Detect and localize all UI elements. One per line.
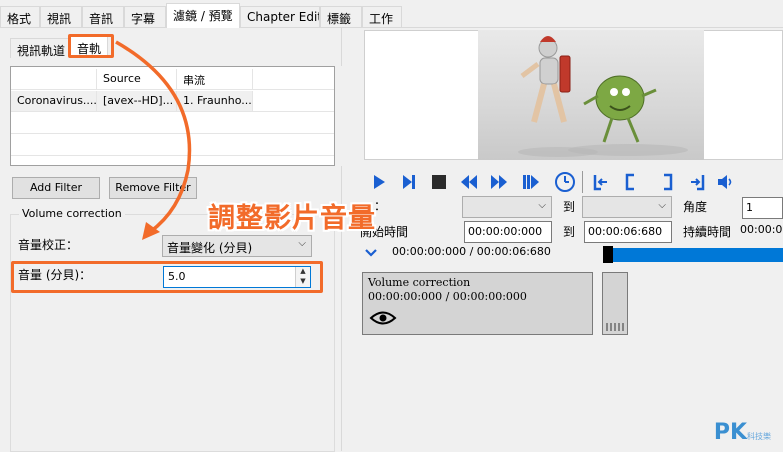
angle-value: 1: [746, 201, 753, 214]
tab-jobs[interactable]: 工作: [362, 6, 402, 27]
set-end-icon[interactable]: [688, 173, 706, 191]
table-cell-stream[interactable]: 1. Fraunho...: [177, 91, 253, 111]
clock-icon[interactable]: [554, 171, 576, 193]
tab-audio[interactable]: 音訊: [82, 6, 124, 27]
to-label: 到: [563, 225, 576, 239]
mark-out-icon[interactable]: [658, 173, 676, 191]
skip-end-icon[interactable]: [522, 173, 540, 191]
tab-chapter-editor[interactable]: Chapter Editor: [240, 6, 320, 27]
audio-track-table[interactable]: Source 串流 Coronavirus.... [avex--HD]... …: [10, 66, 335, 166]
audio-tab-highlight: [68, 34, 114, 58]
stop-icon[interactable]: [430, 173, 448, 191]
table-header-stream[interactable]: 串流: [177, 69, 253, 89]
end-time-value: 00:00:06:680: [588, 225, 663, 238]
table-header-source[interactable]: Source: [97, 69, 177, 89]
tab-tags[interactable]: 標籤: [320, 6, 362, 27]
timeline-bar[interactable]: [608, 248, 783, 262]
fast-forward-icon[interactable]: [490, 173, 508, 191]
watermark-main: PK: [713, 420, 747, 445]
volume-correction-label: 音量校正：: [18, 238, 79, 252]
callout-text: 調整影片音量: [208, 203, 376, 234]
to-label: 到: [563, 200, 576, 214]
tab-filters-preview[interactable]: 濾鏡 / 預覽: [166, 3, 240, 28]
spin-down-icon[interactable]: ▼: [295, 277, 310, 287]
filter-card-title: Volume correction: [368, 276, 471, 289]
db-value: 5.0: [168, 270, 186, 283]
timeline-cursor[interactable]: [603, 246, 613, 263]
video-thumbnail: [518, 36, 688, 157]
chevron-down-icon: ⌵: [538, 200, 546, 211]
filter-settings-panel: 視訊軌道 音軌 Source 串流 Coronavirus.... [avex-…: [0, 28, 358, 452]
rewind-icon[interactable]: [460, 173, 478, 191]
watermark-logo: PK科技樂: [714, 420, 771, 445]
eye-icon[interactable]: [369, 309, 397, 327]
tab-format[interactable]: 格式: [0, 6, 40, 27]
remove-filter-button[interactable]: Remove Filter: [109, 177, 197, 199]
spin-up-icon[interactable]: ▲: [295, 267, 310, 277]
add-filter-button[interactable]: Add Filter: [12, 177, 100, 199]
db-label: 音量 (分貝)：: [18, 268, 92, 282]
table-grid-line: [11, 155, 334, 156]
timeline-range-text: 00:00:00:000 / 00:00:06:680: [392, 245, 551, 258]
volume-icon[interactable]: [716, 173, 734, 191]
angle-input[interactable]: 1: [742, 197, 783, 219]
volume-mode-value: 音量變化 (分貝): [167, 241, 253, 255]
set-start-icon[interactable]: [592, 173, 610, 191]
range-to-select[interactable]: ⌵: [582, 196, 672, 218]
tab-video[interactable]: 視訊: [40, 6, 82, 27]
db-value-input[interactable]: 5.0: [163, 266, 311, 288]
table-header-name[interactable]: [11, 69, 97, 89]
video-preview-image: [478, 30, 704, 160]
tab-subtitles[interactable]: 字幕: [124, 6, 166, 27]
table-cell-name[interactable]: Coronavirus....: [11, 91, 97, 111]
table-cell-source[interactable]: [avex--HD]...: [97, 91, 177, 111]
subtab-video-track[interactable]: 視訊軌道: [10, 38, 73, 58]
chevron-down-icon[interactable]: [364, 248, 378, 258]
angle-label: 角度: [683, 200, 708, 214]
filter-card-handle[interactable]: [602, 272, 628, 335]
table-grid-line: [11, 111, 334, 112]
main-tab-bar: 格式 視訊 音訊 字幕 濾鏡 / 預覽 Chapter Editor 標籤 工作: [0, 0, 783, 28]
ruler-icon: [606, 323, 624, 331]
next-frame-icon[interactable]: [400, 173, 418, 191]
filter-card[interactable]: Volume correction 00:00:00:000 / 00:00:0…: [362, 272, 593, 335]
end-time-input[interactable]: 00:00:06:680: [584, 221, 672, 243]
duration-label: 持續時間: [683, 225, 732, 239]
play-icon[interactable]: [370, 173, 388, 191]
table-grid-line: [11, 89, 334, 90]
mark-in-icon[interactable]: [622, 173, 640, 191]
chevron-down-icon: ⌵: [298, 238, 306, 249]
start-time-input[interactable]: 00:00:00:000: [464, 221, 552, 243]
range-from-select[interactable]: ⌵: [462, 196, 552, 218]
start-time-value: 00:00:00:000: [468, 225, 543, 238]
group-title: Volume correction: [19, 207, 125, 220]
volume-mode-select[interactable]: 音量變化 (分貝) ⌵: [162, 235, 312, 257]
table-grid-line: [11, 133, 334, 134]
duration-value: 00:00:06:680: [740, 223, 783, 236]
filter-card-time: 00:00:00:000 / 00:00:00:000: [368, 290, 527, 303]
toolbar-divider: [582, 171, 583, 193]
watermark-sub: 科技樂: [747, 432, 771, 441]
chevron-down-icon: ⌵: [658, 200, 666, 211]
